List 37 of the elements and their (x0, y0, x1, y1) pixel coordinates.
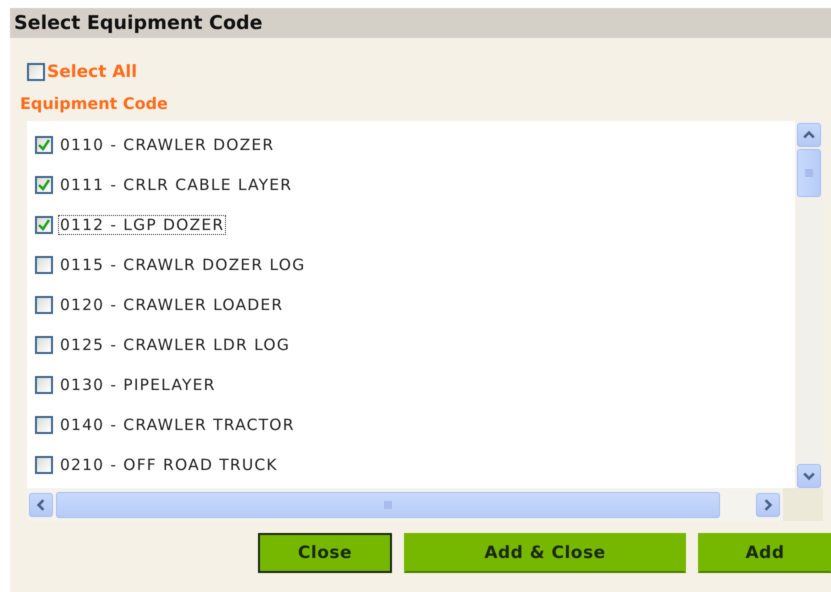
item-checkbox[interactable] (35, 136, 53, 154)
vertical-scrollbar[interactable] (795, 121, 823, 488)
equipment-item[interactable]: 0210 - OFF ROAD TRUCK (58, 455, 280, 475)
item-checkbox[interactable] (35, 176, 53, 194)
dialog-button[interactable]: Close (258, 533, 392, 573)
dialog-button[interactable]: Add (698, 533, 831, 573)
item-checkbox[interactable] (35, 456, 53, 474)
caret-down-icon (803, 470, 815, 482)
horizontal-scrollbar[interactable] (27, 488, 823, 521)
equipment-item[interactable]: 0115 - CRAWLR DOZER LOG (58, 255, 308, 275)
equipment-item[interactable]: 0110 - CRAWLER DOZER (58, 135, 276, 155)
equipment-item[interactable]: 0120 - CRAWLER LOADER (58, 295, 286, 315)
caret-up-icon (803, 129, 815, 141)
dialog-button[interactable]: Add & Close (404, 533, 686, 573)
scroll-up-button[interactable] (797, 123, 821, 147)
item-checkbox[interactable] (35, 216, 53, 234)
scroll-thumb[interactable] (56, 492, 720, 518)
scroll-down-button[interactable] (797, 464, 821, 488)
list-label: Equipment Code (20, 94, 169, 113)
item-checkbox[interactable] (35, 336, 53, 354)
equipment-item[interactable]: 0130 - PIPELAYER (58, 375, 218, 395)
equipment-item[interactable]: 0112 - LGP DOZER (58, 215, 226, 235)
scroll-right-button[interactable] (756, 492, 780, 516)
item-checkbox[interactable] (35, 416, 53, 434)
scroll-left-button[interactable] (29, 492, 53, 516)
dialog-title: Select Equipment Code (14, 12, 263, 34)
equipment-item[interactable]: 0140 - CRAWLER TRACTOR (58, 415, 297, 435)
equipment-item[interactable]: 0125 - CRAWLER LDR LOG (58, 335, 292, 355)
equipment-item[interactable]: 0111 - CRLR CABLE LAYER (58, 175, 294, 195)
select-all-checkbox[interactable] (27, 63, 45, 81)
caret-right-icon (762, 498, 774, 510)
caret-left-icon (35, 498, 47, 510)
scrollbar-corner (783, 488, 823, 521)
scroll-thumb[interactable] (797, 149, 821, 197)
item-checkbox[interactable] (35, 376, 53, 394)
item-checkbox[interactable] (35, 296, 53, 314)
item-checkbox[interactable] (35, 256, 53, 274)
